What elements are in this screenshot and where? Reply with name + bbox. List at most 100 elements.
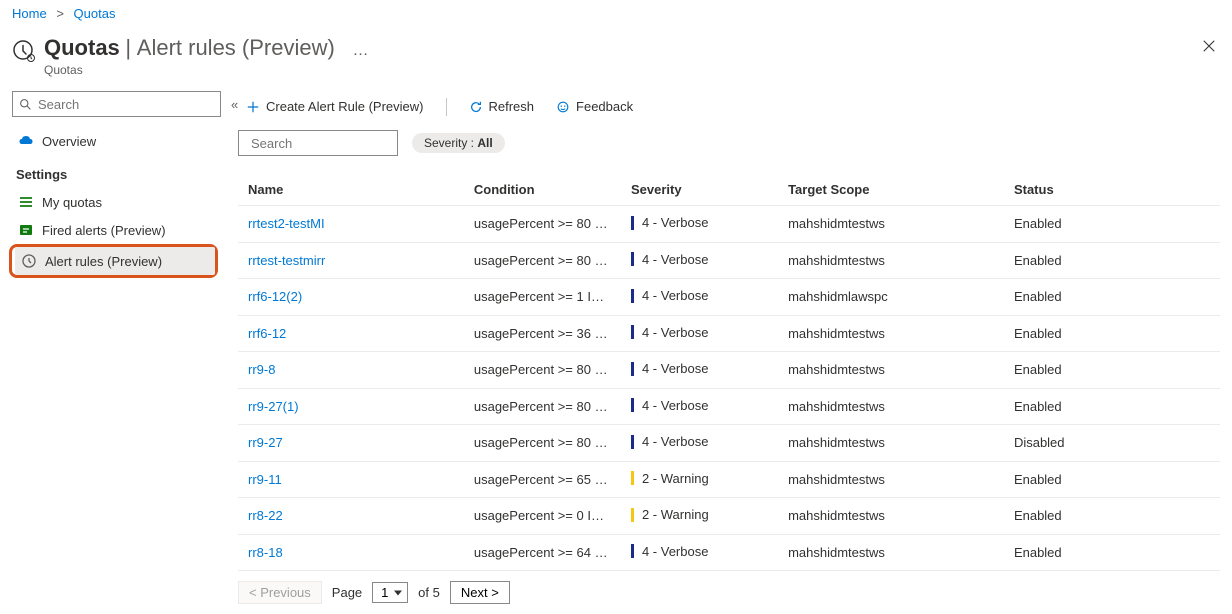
table-row[interactable]: rr9-27(1) usagePercent >= 80 In select 4 -… [238,388,1220,425]
clock-icon [21,253,37,269]
cell-status: Enabled [1004,461,1220,498]
col-scope[interactable]: Target Scope [778,174,1004,206]
cell-condition: usagePercent >= 36 In select [464,315,621,352]
cell-status: Enabled [1004,498,1220,535]
rule-name-link[interactable]: rr9-27(1) [248,399,299,414]
cell-status: Disabled [1004,425,1220,462]
close-button[interactable] [1198,35,1220,60]
rule-name-link[interactable]: rr9-11 [248,472,282,487]
cell-status: Enabled [1004,279,1220,316]
cell-scope: mahshidmlawspc [778,279,1004,316]
table-row[interactable]: rr9-8usagePercent >= 80 In select4 - Ver… [238,352,1220,389]
cell-status: Enabled [1004,352,1220,389]
breadcrumb-home[interactable]: Home [12,6,47,21]
page-of-label: of 5 [418,585,440,600]
cell-condition: usagePercent >= 1 In selecte [464,279,621,316]
table-search-input[interactable] [251,136,427,151]
table-row[interactable]: rr8-22usagePercent >= 0 In selecte2 - Wa… [238,498,1220,535]
severity-bar [631,508,634,522]
sidebar-item-alert-rules[interactable]: Alert rules (Preview) [15,247,215,275]
cell-condition: usagePercent >= 0 In selecte [464,498,621,535]
rule-name-link[interactable]: rrf6-12 [248,326,286,341]
sidebar-item-my-quotas[interactable]: My quotas [12,188,218,216]
rule-name-link[interactable]: rrtest-testmirr [248,253,325,268]
table-row[interactable]: rr8-18usagePercent >= 64 In select4 - Ve… [238,534,1220,571]
severity-bar [631,362,634,376]
rule-name-link[interactable]: rrtest2-testMI [248,216,325,231]
table-row[interactable]: rr9-11usagePercent >= 65 In select2 - Wa… [238,461,1220,498]
create-alert-rule-button[interactable]: Create Alert Rule (Preview) [238,95,432,118]
cell-scope: mahshidmtestws [778,534,1004,571]
previous-button[interactable]: < Previous [238,581,322,604]
cell-scope: mahshidmtestws [778,388,1004,425]
cell-status: Enabled [1004,242,1220,279]
severity-bar [631,216,634,230]
cell-severity: 4 - Verbose [642,325,709,340]
page-caption: Quotas [44,63,1198,77]
cell-severity: 4 - Verbose [642,252,709,267]
alert-rules-table: Name Condition Severity Target Scope Sta… [238,174,1220,571]
feedback-icon [556,100,570,114]
cell-scope: mahshidmtestws [778,498,1004,535]
page-title: Quotas [44,35,120,60]
severity-bar [631,544,634,558]
cell-condition: usagePercent >= 80 In select [464,206,621,243]
toolbar: Create Alert Rule (Preview) Refresh Feed… [238,91,1220,130]
col-condition[interactable]: Condition [464,174,621,206]
sidebar-item-label: My quotas [42,195,102,210]
page-title-sep: | [125,35,131,60]
feedback-label: Feedback [576,99,633,114]
rule-name-link[interactable]: rr9-27 [248,435,283,450]
table-row[interactable]: rr9-27usagePercent >= 80 In select4 - Ve… [238,425,1220,462]
cell-condition: usagePercent >= 65 In select [464,461,621,498]
refresh-label: Refresh [489,99,535,114]
rule-name-link[interactable]: rr8-22 [248,508,283,523]
cell-scope: mahshidmtestws [778,315,1004,352]
table-row[interactable]: rrtest2-testMI usagePercent >= 80 In sele… [238,206,1220,243]
col-status[interactable]: Status [1004,174,1220,206]
toolbar-sep [446,98,447,116]
rule-name-link[interactable]: rr9-8 [248,362,275,377]
table-row[interactable]: rrf6-12(2)usagePercent >= 1 In selecte4 … [238,279,1220,316]
pagination: < Previous Page 1 of 5 Next > [238,571,1220,614]
sidebar-item-label: Overview [42,134,96,149]
cell-condition: usagePercent >= 80 In select [464,388,621,425]
col-severity[interactable]: Severity [621,174,778,206]
page-header: Quotas | Alert rules (Preview) … Quotas [0,27,1232,91]
cell-condition: usagePercent >= 80 In select [464,425,621,462]
cell-status: Enabled [1004,315,1220,352]
sidebar-item-overview[interactable]: Overview [12,127,218,155]
refresh-button[interactable]: Refresh [461,95,543,118]
more-button[interactable]: … [352,42,368,59]
sidebar-item-fired-alerts[interactable]: Fired alerts (Preview) [12,216,218,244]
cell-scope: mahshidmtestws [778,352,1004,389]
page-label: Page [332,585,362,600]
sidebar-item-alert-rules-highlight: Alert rules (Preview) [9,244,218,278]
plus-icon [246,100,260,114]
cell-scope: mahshidmtestws [778,425,1004,462]
table-row[interactable]: rrtest-testmirr usagePercent >= 80 In sel… [238,242,1220,279]
next-button[interactable]: Next > [450,581,510,604]
breadcrumb-quotas[interactable]: Quotas [74,6,116,21]
severity-bar [631,252,634,266]
sidebar-search-input[interactable] [38,97,214,112]
breadcrumb: Home > Quotas [0,0,1232,27]
rule-name-link[interactable]: rrf6-12(2) [248,289,302,304]
col-name[interactable]: Name [238,174,464,206]
breadcrumb-sep: > [56,6,64,21]
table-row[interactable]: rrf6-12 usagePercent >= 36 In select 4 - V… [238,315,1220,352]
severity-bar [631,398,634,412]
severity-filter-pill[interactable]: Severity : All [412,133,505,153]
cell-status: Enabled [1004,206,1220,243]
page-select[interactable]: 1 [372,582,408,603]
cell-condition: usagePercent >= 80 In select [464,242,621,279]
cell-severity: 4 - Verbose [642,398,709,413]
cell-scope: mahshidmtestws [778,242,1004,279]
feedback-button[interactable]: Feedback [548,95,641,118]
severity-bar [631,289,634,303]
sidebar-search[interactable] [12,91,221,117]
cell-severity: 4 - Verbose [642,361,709,376]
rule-name-link[interactable]: rr8-18 [248,545,283,560]
quotas-icon [12,39,36,63]
table-search[interactable] [238,130,398,156]
